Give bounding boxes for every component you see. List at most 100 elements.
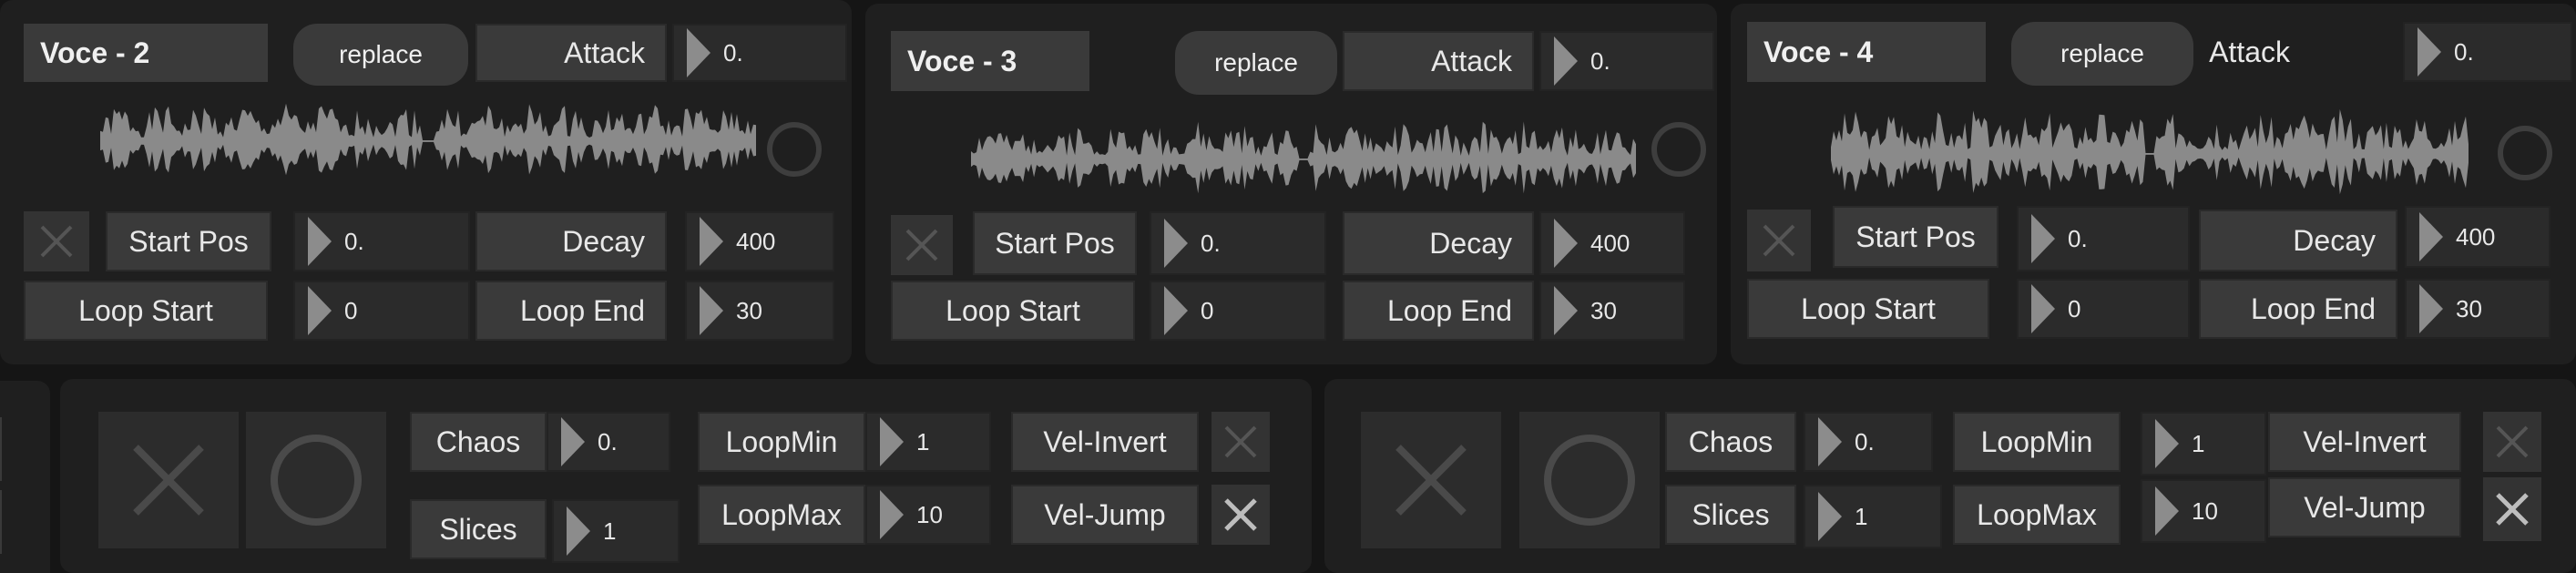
- loop-start-number[interactable]: 0: [2017, 279, 2190, 339]
- play-triangle-icon: [1554, 36, 1578, 86]
- x-icon: [1395, 445, 1467, 516]
- attack-value: 0.: [1590, 46, 1610, 75]
- loop-end-number[interactable]: 30: [2405, 279, 2550, 339]
- circle-icon[interactable]: [2496, 124, 2554, 182]
- decay-label: Decay: [475, 211, 667, 271]
- chaos-value: 0.: [598, 427, 618, 455]
- chaos-number[interactable]: 0.: [1804, 412, 1933, 472]
- loop-start-value: 0: [2068, 294, 2081, 322]
- play-triangle-icon: [2155, 419, 2179, 468]
- vel-jump-label: Vel-Jump: [1011, 485, 1199, 545]
- loopmin-number[interactable]: 1: [865, 412, 991, 472]
- big-x-button[interactable]: [1361, 412, 1501, 548]
- loop-start-value: 0: [1201, 296, 1214, 324]
- decay-number[interactable]: 400: [685, 211, 834, 271]
- attack-value: 0.: [723, 38, 743, 67]
- vel-invert-label: Vel-Invert: [2268, 412, 2461, 472]
- left-edge-control[interactable]: [0, 417, 2, 481]
- play-triangle-icon: [880, 490, 904, 539]
- start-pos-value: 0.: [1201, 229, 1221, 257]
- loopmax-label: LoopMax: [698, 485, 865, 545]
- big-x-button[interactable]: [98, 412, 239, 548]
- play-triangle-icon: [308, 217, 332, 266]
- loopmin-number[interactable]: 1: [2141, 412, 2266, 476]
- replace-button[interactable]: replace: [2011, 22, 2193, 86]
- waveform: [1831, 108, 2469, 195]
- chaos-label: Chaos: [410, 412, 547, 472]
- clear-button[interactable]: [1747, 210, 1811, 271]
- loopmax-number[interactable]: 10: [2141, 479, 2266, 543]
- chaos-panel-2: Chaos 0. Slices 1 LoopMin 1 LoopMax 10 V…: [1324, 379, 2576, 573]
- waveform: [971, 121, 1636, 194]
- loopmin-label: LoopMin: [1953, 412, 2121, 472]
- play-triangle-icon: [567, 506, 590, 556]
- decay-number[interactable]: 400: [1539, 211, 1685, 275]
- circle-icon[interactable]: [765, 120, 823, 179]
- loopmin-value: 1: [916, 427, 930, 455]
- decay-value: 400: [736, 227, 776, 255]
- start-pos-number[interactable]: 0.: [1150, 211, 1326, 275]
- clear-button[interactable]: [891, 215, 953, 275]
- loop-start-number[interactable]: 0: [1150, 281, 1326, 341]
- loop-start-value: 0: [344, 296, 358, 324]
- loop-end-label: Loop End: [475, 281, 667, 341]
- start-pos-label: Start Pos: [1833, 206, 1998, 268]
- circle-icon: [271, 435, 362, 526]
- play-triangle-icon: [1818, 492, 1842, 541]
- voice-panel-2: Voce - 2 replace Attack 0. Start Pos 0. …: [0, 0, 852, 364]
- attack-number[interactable]: 0.: [672, 24, 847, 82]
- loop-end-number[interactable]: 30: [685, 281, 834, 341]
- clear-button[interactable]: [24, 211, 89, 271]
- vel-invert-toggle[interactable]: [1211, 412, 1270, 472]
- voice-panel-3: Voce - 3 replace Attack 0. Start Pos 0. …: [865, 4, 1717, 364]
- waveform: [100, 103, 756, 176]
- attack-label: Attack: [1343, 31, 1534, 91]
- start-pos-number[interactable]: 0.: [2017, 206, 2190, 271]
- chaos-label: Chaos: [1665, 412, 1796, 472]
- x-icon: [1763, 224, 1795, 257]
- left-edge-panel: [0, 381, 50, 573]
- slices-value: 1: [1855, 502, 1868, 530]
- voice-title: Voce - 4: [1747, 22, 1986, 82]
- vel-invert-label: Vel-Invert: [1011, 412, 1199, 472]
- attack-number[interactable]: 0.: [1539, 31, 1714, 91]
- voice-title: Voce - 2: [24, 24, 268, 82]
- left-edge-control[interactable]: [0, 490, 2, 554]
- big-circle-button[interactable]: [246, 412, 386, 548]
- play-triangle-icon: [2419, 284, 2443, 333]
- loop-start-label: Loop Start: [24, 281, 268, 341]
- play-triangle-icon: [1164, 286, 1188, 335]
- chaos-number[interactable]: 0.: [547, 412, 670, 472]
- loopmax-number[interactable]: 10: [865, 485, 991, 545]
- x-icon: [905, 229, 938, 261]
- loop-start-number[interactable]: 0: [293, 281, 470, 341]
- chaos-panel-1: Chaos 0. Slices 1 LoopMin 1 LoopMax 10 V…: [60, 379, 1312, 573]
- replace-button[interactable]: replace: [293, 24, 468, 86]
- loop-end-number[interactable]: 30: [1539, 281, 1685, 341]
- play-triangle-icon: [2419, 212, 2443, 261]
- vel-jump-toggle[interactable]: [2483, 477, 2541, 541]
- circle-icon[interactable]: [1650, 120, 1708, 179]
- decay-value: 400: [1590, 229, 1630, 257]
- play-triangle-icon: [561, 417, 585, 466]
- loop-end-label: Loop End: [1343, 281, 1534, 341]
- play-triangle-icon: [687, 28, 710, 77]
- vel-invert-toggle[interactable]: [2483, 412, 2541, 472]
- replace-button[interactable]: replace: [1175, 31, 1337, 95]
- slices-number[interactable]: 1: [552, 499, 680, 563]
- slices-number[interactable]: 1: [1804, 485, 1942, 548]
- attack-value: 0.: [2454, 37, 2474, 66]
- attack-label: Attack: [2209, 35, 2290, 68]
- x-icon: [133, 445, 204, 516]
- start-pos-label: Start Pos: [106, 211, 271, 271]
- play-triangle-icon: [1164, 219, 1188, 268]
- big-circle-button[interactable]: [1519, 412, 1660, 548]
- attack-number[interactable]: 0.: [2403, 22, 2572, 82]
- vel-jump-toggle[interactable]: [1211, 485, 1270, 545]
- start-pos-value: 0.: [344, 227, 364, 255]
- voice-title: Voce - 3: [891, 31, 1089, 91]
- start-pos-number[interactable]: 0.: [293, 211, 470, 271]
- loopmax-value: 10: [2192, 496, 2218, 525]
- play-triangle-icon: [700, 286, 723, 335]
- decay-number[interactable]: 400: [2405, 206, 2550, 268]
